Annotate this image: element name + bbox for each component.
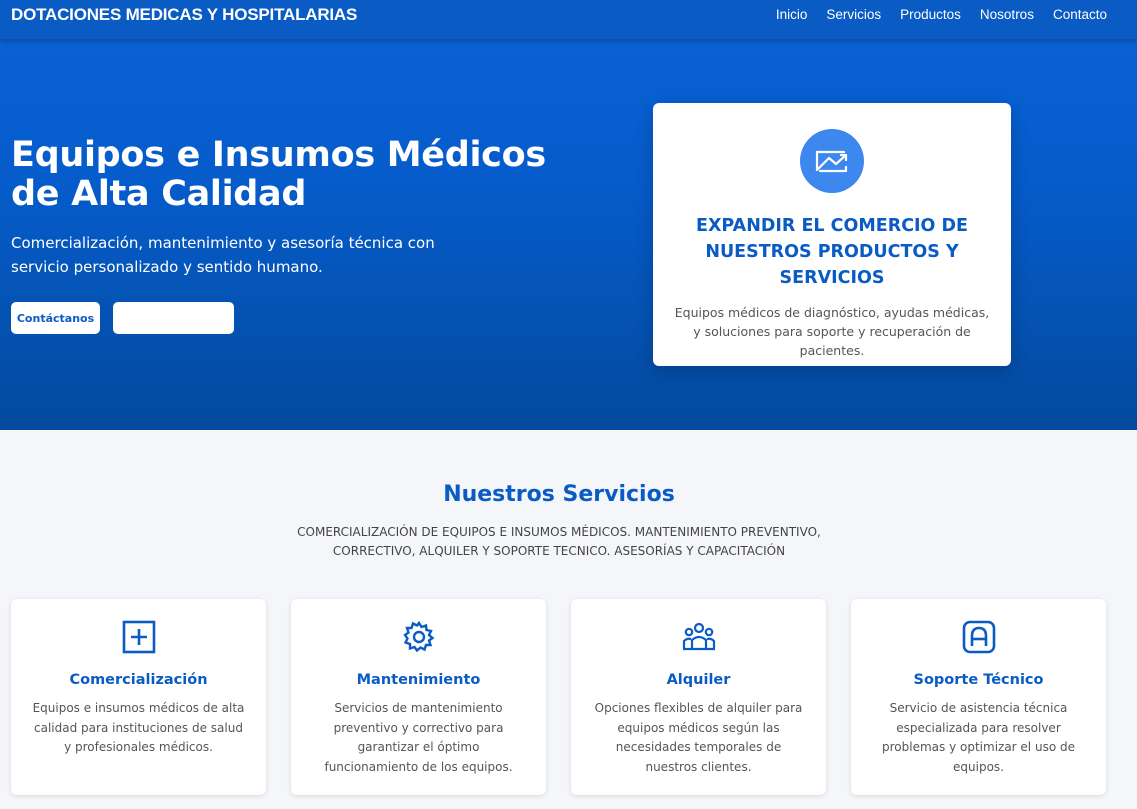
nav-link-productos[interactable]: Productos <box>900 7 961 22</box>
nav-link-inicio[interactable]: Inicio <box>776 7 808 22</box>
medical-plus-icon <box>121 619 157 655</box>
service-card-title: Alquiler <box>666 672 731 688</box>
secondary-button[interactable] <box>113 302 234 334</box>
hero-card-text: Equipos médicos de diagnóstico, ayudas m… <box>674 305 990 358</box>
hero-card: EXPANDIR EL COMERCIO DE NUESTROS PRODUCT… <box>653 103 1011 366</box>
support-badge-icon <box>961 619 997 655</box>
nav-link-servicios[interactable]: Servicios <box>826 7 881 22</box>
top-navbar: DOTACIONES MEDICAS Y HOSPITALARIAS Inici… <box>0 0 1137 39</box>
nav-link-contacto[interactable]: Contacto <box>1053 7 1107 22</box>
service-card-title: Soporte Técnico <box>913 672 1044 688</box>
people-group-icon <box>681 619 717 655</box>
nav-link-nosotros[interactable]: Nosotros <box>980 7 1034 22</box>
service-card-text: Servicio de asistencia técnica especiali… <box>882 701 1075 774</box>
hero-section: Equipos e Insumos Médicos de Alta Calida… <box>0 0 1137 430</box>
service-card-alquiler: Alquiler Opciones flexibles de alquiler … <box>571 599 826 795</box>
chart-icon <box>800 129 864 193</box>
service-card-mantenimiento: Mantenimiento Servicios de mantenimiento… <box>291 599 546 795</box>
service-card-text: Equipos e insumos médicos de alta calida… <box>32 701 245 754</box>
service-card-comercializacion: Comercialización Equipos e insumos médic… <box>11 599 266 795</box>
hero-card-title: EXPANDIR EL COMERCIO DE NUESTROS PRODUCT… <box>695 216 969 288</box>
hero-subtitle: Comercialización, mantenimiento y asesor… <box>11 234 435 276</box>
service-card-title: Comercialización <box>69 672 208 688</box>
contact-button[interactable]: Contáctanos <box>11 302 100 334</box>
services-subtitle: COMERCIALIZACIÓN DE EQUIPOS E INSUMOS MÉ… <box>297 525 821 558</box>
nav-links: Inicio Servicios Productos Nosotros Cont… <box>776 7 1107 22</box>
services-title: Nuestros Servicios <box>443 482 675 507</box>
brand-logo-text[interactable]: DOTACIONES MEDICAS Y HOSPITALARIAS <box>11 5 357 25</box>
service-card-title: Mantenimiento <box>356 672 481 688</box>
service-card-soporte: Soporte Técnico Servicio de asistencia t… <box>851 599 1106 795</box>
hero-title: Equipos e Insumos Médicos de Alta Calida… <box>11 135 546 214</box>
service-card-text: Opciones flexibles de alquiler para equi… <box>594 701 803 774</box>
gear-icon <box>401 619 437 655</box>
service-card-text: Servicios de mantenimiento preventivo y … <box>324 701 513 774</box>
